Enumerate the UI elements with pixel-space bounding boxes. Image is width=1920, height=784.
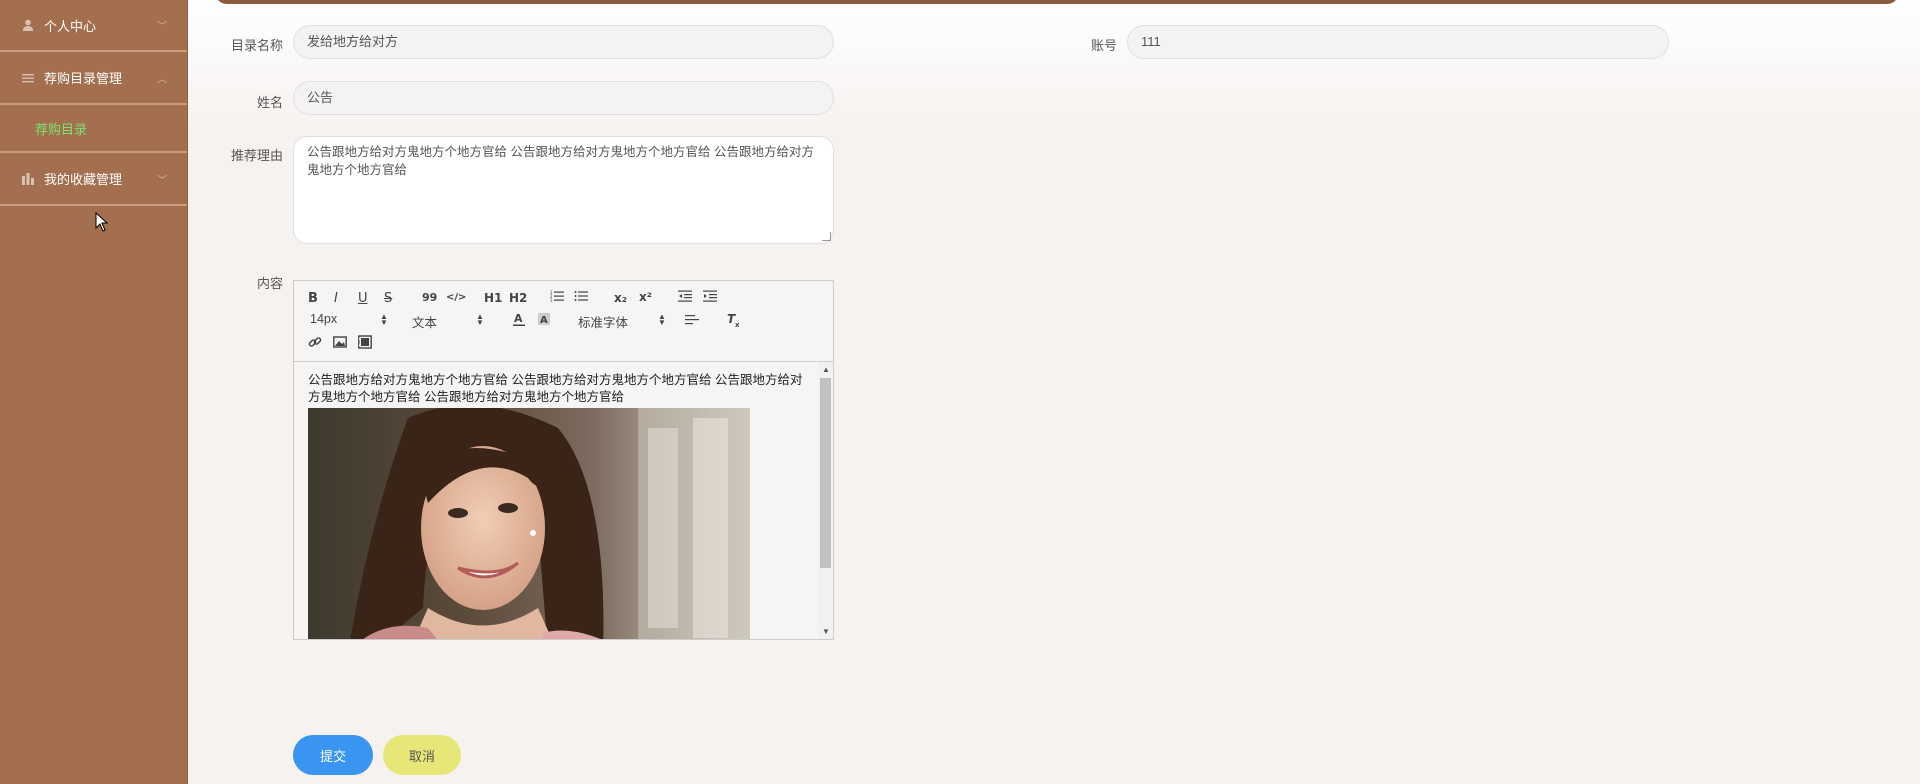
- block-type-value: 文本: [412, 316, 438, 330]
- italic-button[interactable]: I: [334, 291, 338, 306]
- ordered-list-icon[interactable]: 123: [550, 289, 564, 307]
- quote-button[interactable]: 99: [422, 291, 437, 304]
- catalog-name-input[interactable]: 发给地方给对方: [293, 25, 834, 59]
- svg-text:x: x: [735, 321, 740, 328]
- top-bar: [215, 0, 1899, 4]
- sidebar-item-personal-center[interactable]: 个人中心 ﹀: [0, 0, 187, 52]
- name-input[interactable]: 公告: [293, 81, 834, 115]
- font-color-icon[interactable]: A: [512, 312, 526, 331]
- reason-textarea[interactable]: 公告跟地方给对方鬼地方个地方官给 公告跟地方给对方鬼地方个地方官给 公告跟地方给…: [293, 136, 834, 244]
- editor-toolbar: B I U S 99 </> H1 H2 123 x₂ x² 14px ▲ ▼ 文…: [294, 281, 833, 362]
- background-color-icon[interactable]: A: [537, 312, 551, 331]
- code-button[interactable]: </>: [446, 292, 466, 303]
- sidebar: 个人中心 ﹀ 荐购目录管理 ︿ 荐购目录 我的收藏管理 ﹀: [0, 0, 188, 784]
- chart-icon: [22, 172, 34, 185]
- h1-button[interactable]: H1: [484, 291, 502, 305]
- font-size-select[interactable]: 14px ▲ ▼: [310, 312, 390, 327]
- svg-text:A: A: [540, 315, 548, 326]
- bullet-list-icon[interactable]: [574, 289, 588, 307]
- svg-text:A: A: [514, 312, 523, 325]
- select-arrows-icon: ▲ ▼: [658, 312, 666, 327]
- h2-button[interactable]: H2: [509, 291, 527, 305]
- editor-scrollbar[interactable]: ▲ ▼: [818, 362, 833, 639]
- underline-button[interactable]: U: [358, 291, 368, 306]
- scrollbar-thumb[interactable]: [820, 378, 831, 568]
- submenu: 荐购目录: [0, 105, 187, 153]
- sidebar-item-label: 荐购目录管理: [44, 71, 123, 86]
- reason-text: 公告跟地方给对方鬼地方个地方官给 公告跟地方给对方鬼地方个地方官给 公告跟地方给…: [307, 145, 814, 177]
- svg-text:3: 3: [550, 298, 553, 303]
- chevron-down-icon: ﹀: [157, 175, 167, 186]
- clear-format-icon[interactable]: Tx: [726, 312, 742, 332]
- font-family-value: 标准字体: [578, 316, 629, 330]
- scroll-down-icon[interactable]: ▼: [822, 627, 830, 636]
- link-icon[interactable]: [308, 335, 322, 353]
- cancel-button[interactable]: 取消: [383, 735, 461, 775]
- image-icon[interactable]: [333, 335, 347, 353]
- chevron-down-icon: ﹀: [157, 21, 167, 33]
- reason-label: 推荐理由: [230, 148, 283, 163]
- account-label: 账号: [1090, 38, 1117, 53]
- mouse-cursor-icon: [95, 212, 109, 232]
- font-family-select[interactable]: 标准字体 ▲ ▼: [578, 312, 668, 331]
- resize-handle-icon[interactable]: [822, 232, 831, 241]
- align-icon[interactable]: [685, 313, 699, 331]
- user-icon: [22, 19, 34, 31]
- rich-text-editor: B I U S 99 </> H1 H2 123 x₂ x² 14px ▲ ▼ 文…: [293, 280, 834, 640]
- sidebar-item-recommend-catalog-mgmt[interactable]: 荐购目录管理 ︿: [0, 52, 187, 105]
- chevron-up-icon: ︿: [157, 74, 167, 85]
- list-icon: [22, 72, 34, 84]
- block-type-select[interactable]: 文本 ▲ ▼: [412, 312, 492, 331]
- indent-icon[interactable]: [703, 289, 717, 307]
- scroll-up-icon[interactable]: ▲: [822, 365, 830, 374]
- catalog-name-label: 目录名称: [230, 38, 283, 53]
- bold-button[interactable]: B: [308, 291, 318, 306]
- sidebar-item-favorites-mgmt[interactable]: 我的收藏管理 ﹀: [0, 153, 187, 206]
- account-input[interactable]: 111: [1127, 25, 1669, 59]
- select-arrows-icon: ▲ ▼: [380, 312, 388, 327]
- strike-button[interactable]: S: [384, 291, 392, 306]
- submit-button[interactable]: 提交: [293, 735, 373, 775]
- font-size-value: 14px: [310, 312, 338, 326]
- select-arrows-icon: ▲ ▼: [476, 312, 484, 327]
- subscript-button[interactable]: x₂: [614, 291, 627, 305]
- content-label: 内容: [256, 276, 283, 291]
- content-text: 公告跟地方给对方鬼地方个地方官给 公告跟地方给对方鬼地方个地方官给 公告跟地方给…: [308, 373, 803, 404]
- sidebar-subitem-recommend-catalog[interactable]: 荐购目录: [35, 119, 87, 138]
- editor-content[interactable]: 公告跟地方给对方鬼地方个地方官给 公告跟地方给对方鬼地方个地方官给 公告跟地方给…: [294, 362, 817, 639]
- video-icon[interactable]: [358, 335, 372, 353]
- sidebar-item-label: 我的收藏管理: [44, 172, 123, 187]
- content-photo: [308, 408, 750, 639]
- outdent-icon[interactable]: [678, 289, 692, 307]
- name-label: 姓名: [256, 95, 283, 110]
- superscript-button[interactable]: x²: [639, 290, 652, 304]
- sidebar-item-label: 个人中心: [44, 18, 97, 34]
